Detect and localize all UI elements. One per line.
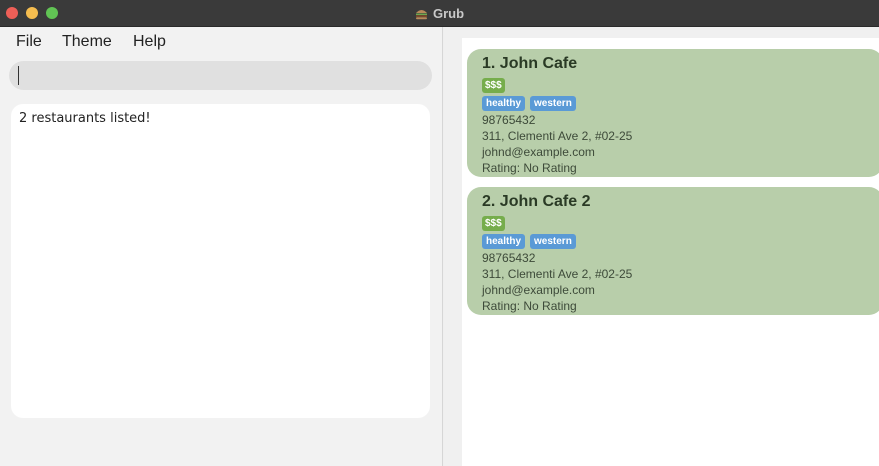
- command-input[interactable]: [9, 61, 432, 90]
- price-badge: $$$: [482, 216, 505, 231]
- price-badge: $$$: [482, 78, 505, 93]
- restaurant-card[interactable]: 1. John Cafe $$$ healthy western 9876543…: [467, 49, 879, 177]
- menu-theme[interactable]: Theme: [62, 27, 112, 55]
- restaurant-list[interactable]: 1. John Cafe $$$ healthy western 9876543…: [462, 38, 879, 466]
- restaurant-email: johnd@example.com: [482, 283, 595, 297]
- tag-list: healthy western: [482, 234, 879, 250]
- window-title-wrap: Grub: [0, 0, 879, 27]
- text-caret: [18, 66, 19, 85]
- title-bar: Grub: [0, 0, 879, 27]
- restaurant-name: 1. John Cafe: [482, 55, 578, 72]
- restaurant-card[interactable]: 2. John Cafe 2 $$$ healthy western 98765…: [467, 187, 879, 315]
- tag-badge: healthy: [482, 234, 526, 249]
- tag-list: healthy western: [482, 96, 879, 112]
- tag-badge: western: [530, 96, 576, 111]
- tag-badge: healthy: [482, 96, 526, 111]
- restaurant-email: johnd@example.com: [482, 145, 595, 159]
- tag-badge: western: [530, 234, 576, 249]
- result-text: 2 restaurants listed!: [19, 111, 151, 126]
- result-display[interactable]: 2 restaurants listed!: [11, 104, 430, 418]
- restaurant-phone: 98765432: [482, 113, 536, 127]
- left-pane: File Theme Help 2 restaurants listed!: [0, 27, 443, 466]
- restaurant-rating: Rating: No Rating: [482, 161, 577, 175]
- restaurant-rating: Rating: No Rating: [482, 299, 577, 313]
- restaurant-name: 2. John Cafe 2: [482, 193, 591, 210]
- menu-help[interactable]: Help: [133, 27, 166, 55]
- restaurant-phone: 98765432: [482, 251, 536, 265]
- burger-icon: [415, 9, 427, 19]
- menu-file[interactable]: File: [16, 27, 42, 55]
- window-title: Grub: [432, 6, 465, 21]
- restaurant-address: 311, Clementi Ave 2, #02-25: [482, 267, 633, 281]
- restaurant-address: 311, Clementi Ave 2, #02-25: [482, 129, 633, 143]
- right-pane: 1. John Cafe $$$ healthy western 9876543…: [444, 27, 879, 466]
